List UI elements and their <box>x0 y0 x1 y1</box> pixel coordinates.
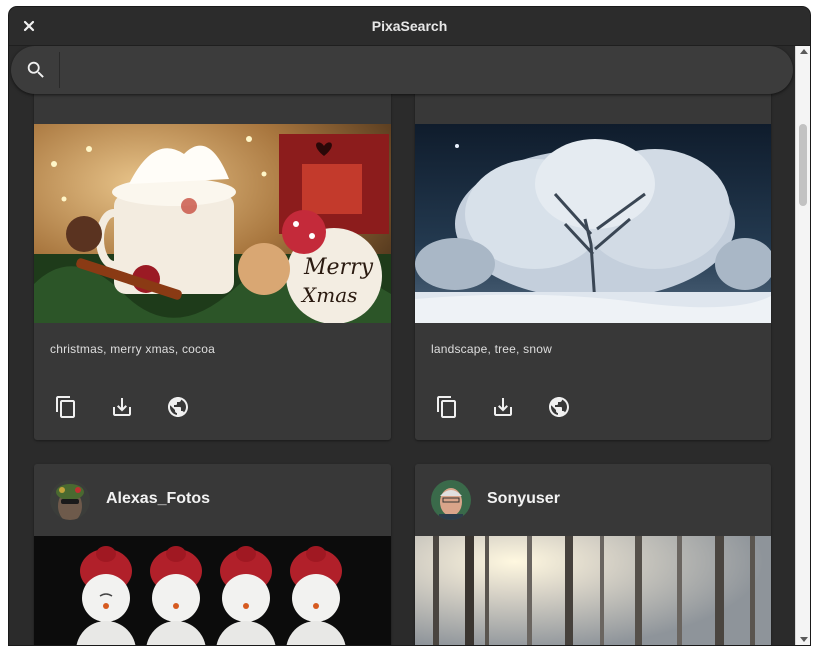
results-scroll-area[interactable]: Merry Xmas christmas, merry xmas, cocoa … <box>9 46 795 645</box>
globe-icon <box>549 397 569 417</box>
scrollbar-thumb[interactable] <box>799 124 807 206</box>
result-card: Alexas_Fotos <box>34 464 391 645</box>
close-button[interactable] <box>19 16 39 36</box>
download-button[interactable] <box>491 395 515 419</box>
app-window: PixaSearch Merry Xmas christmas, merry x… <box>9 7 810 645</box>
photo-cocoa[interactable]: Merry Xmas <box>34 124 391 324</box>
photo-tags: christmas, merry xmas, cocoa <box>50 342 215 356</box>
globe-icon <box>168 397 188 417</box>
copy-icon <box>437 396 456 418</box>
close-icon <box>23 20 35 32</box>
svg-text:Xmas: Xmas <box>300 283 357 307</box>
download-icon <box>494 398 512 416</box>
download-icon <box>113 398 131 416</box>
username[interactable]: Sonyuser <box>487 490 560 508</box>
search-icon[interactable] <box>25 59 47 81</box>
svg-text:Merry: Merry <box>303 255 374 280</box>
photo-winter-forest[interactable] <box>415 536 771 645</box>
window-title: PixaSearch <box>371 18 448 34</box>
search-divider <box>59 52 60 88</box>
search-bar <box>11 46 793 94</box>
card-header: Alexas_Fotos <box>34 464 391 536</box>
avatar[interactable] <box>50 480 90 520</box>
result-card: Sonyuser <box>415 464 771 645</box>
download-button[interactable] <box>110 395 134 419</box>
copy-button[interactable] <box>435 395 459 419</box>
photo-snowmen[interactable] <box>34 536 391 645</box>
card-header: Sonyuser <box>415 464 771 536</box>
open-in-browser-button[interactable] <box>166 395 190 419</box>
title-bar: PixaSearch <box>9 7 810 46</box>
vertical-scrollbar[interactable] <box>795 46 810 645</box>
copy-icon <box>56 396 75 418</box>
copy-button[interactable] <box>54 395 78 419</box>
result-card: Merry Xmas christmas, merry xmas, cocoa <box>34 46 391 440</box>
photo-tags: landscape, tree, snow <box>431 342 552 356</box>
search-input[interactable] <box>67 56 771 86</box>
open-in-browser-button[interactable] <box>547 395 571 419</box>
result-card: landscape, tree, snow <box>415 46 771 440</box>
scroll-down-arrow[interactable] <box>800 637 808 642</box>
photo-snow-tree[interactable] <box>415 124 771 323</box>
username[interactable]: Alexas_Fotos <box>106 490 210 508</box>
scroll-up-arrow[interactable] <box>800 49 808 54</box>
avatar[interactable] <box>431 480 471 520</box>
